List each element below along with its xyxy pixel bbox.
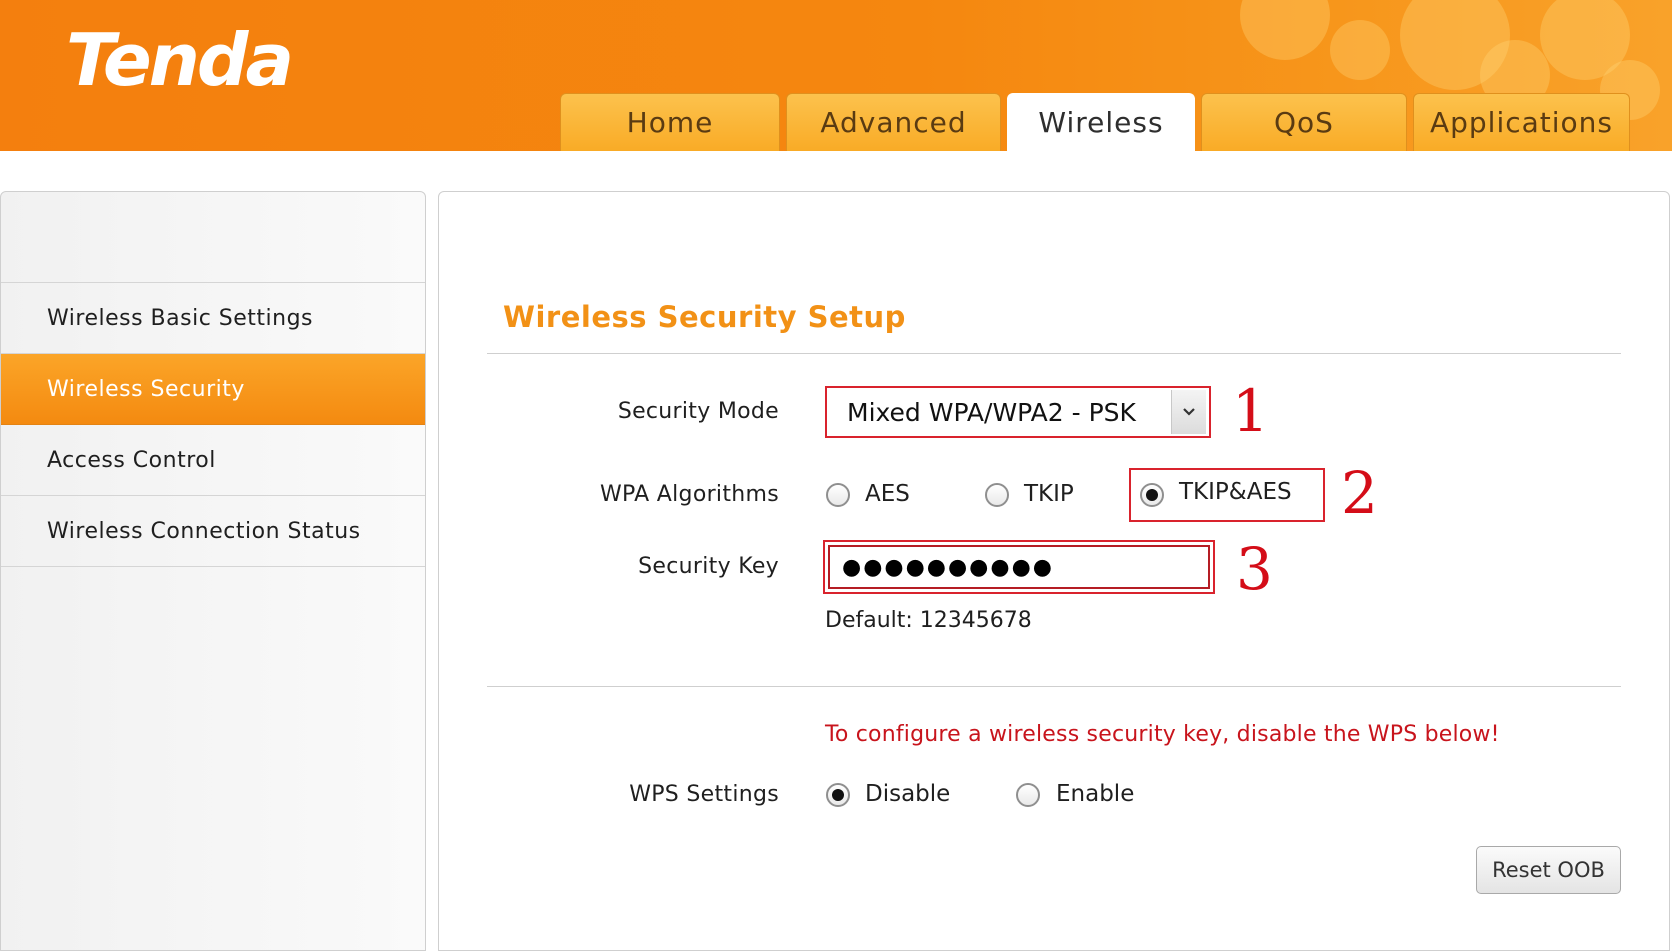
sidebar-item-access-control[interactable]: Access Control bbox=[1, 425, 425, 496]
annotation-number-3: 3 bbox=[1236, 535, 1273, 603]
radio-wps-enable-label: Enable bbox=[1056, 781, 1135, 807]
radio-wps-disable-label: Disable bbox=[865, 781, 951, 807]
wps-warning-text: To configure a wireless security key, di… bbox=[825, 722, 1500, 747]
radio-tkip-label: TKIP bbox=[1024, 481, 1074, 507]
wps-settings-label: WPS Settings bbox=[629, 782, 779, 807]
security-key-label: Security Key bbox=[638, 554, 779, 579]
reset-oob-button[interactable]: Reset OOB bbox=[1476, 846, 1621, 894]
header-bar: Tenda Home Advanced Wireless QoS Applica… bbox=[0, 0, 1672, 151]
tenda-logo: Tenda bbox=[66, 18, 294, 102]
tab-applications[interactable]: Applications bbox=[1413, 93, 1630, 151]
main-nav-tabs: Home Advanced Wireless QoS Applications bbox=[560, 93, 1636, 151]
radio-tkip-aes[interactable] bbox=[1140, 483, 1164, 507]
radio-tkip[interactable] bbox=[985, 483, 1009, 507]
sidebar-item-wireless-connection-status[interactable]: Wireless Connection Status bbox=[1, 496, 425, 567]
radio-tkip-aes-label: TKIP&AES bbox=[1179, 479, 1292, 505]
radio-wps-disable[interactable] bbox=[826, 783, 850, 807]
sidebar: Wireless Basic Settings Wireless Securit… bbox=[0, 191, 426, 951]
title-divider bbox=[487, 353, 1621, 354]
default-key-hint: Default: 12345678 bbox=[825, 608, 1032, 633]
security-mode-select[interactable]: Mixed WPA/WPA2 - PSK bbox=[825, 386, 1211, 438]
main-panel: Wireless Security Setup Security Mode Mi… bbox=[438, 191, 1670, 951]
wpa-algorithms-label: WPA Algorithms bbox=[599, 482, 779, 507]
security-mode-label: Security Mode bbox=[617, 399, 779, 424]
radio-aes-label: AES bbox=[865, 481, 910, 507]
security-mode-value: Mixed WPA/WPA2 - PSK bbox=[847, 397, 1136, 427]
page-title: Wireless Security Setup bbox=[503, 300, 906, 334]
tab-home[interactable]: Home bbox=[560, 93, 780, 151]
annotation-number-2: 2 bbox=[1341, 459, 1378, 527]
radio-wps-enable[interactable] bbox=[1016, 783, 1040, 807]
tab-qos[interactable]: QoS bbox=[1201, 93, 1407, 151]
sidebar-header bbox=[1, 192, 425, 283]
radio-aes[interactable] bbox=[826, 483, 850, 507]
tab-wireless[interactable]: Wireless bbox=[1007, 93, 1195, 151]
chevron-down-icon[interactable] bbox=[1171, 390, 1206, 434]
security-key-highlight bbox=[823, 540, 1215, 594]
sidebar-item-wireless-security[interactable]: Wireless Security bbox=[1, 354, 425, 425]
security-key-input[interactable] bbox=[828, 545, 1210, 589]
annotation-number-1: 1 bbox=[1232, 377, 1269, 445]
section-divider bbox=[487, 686, 1621, 687]
tab-advanced[interactable]: Advanced bbox=[786, 93, 1001, 151]
sidebar-item-wireless-basic-settings[interactable]: Wireless Basic Settings bbox=[1, 283, 425, 354]
